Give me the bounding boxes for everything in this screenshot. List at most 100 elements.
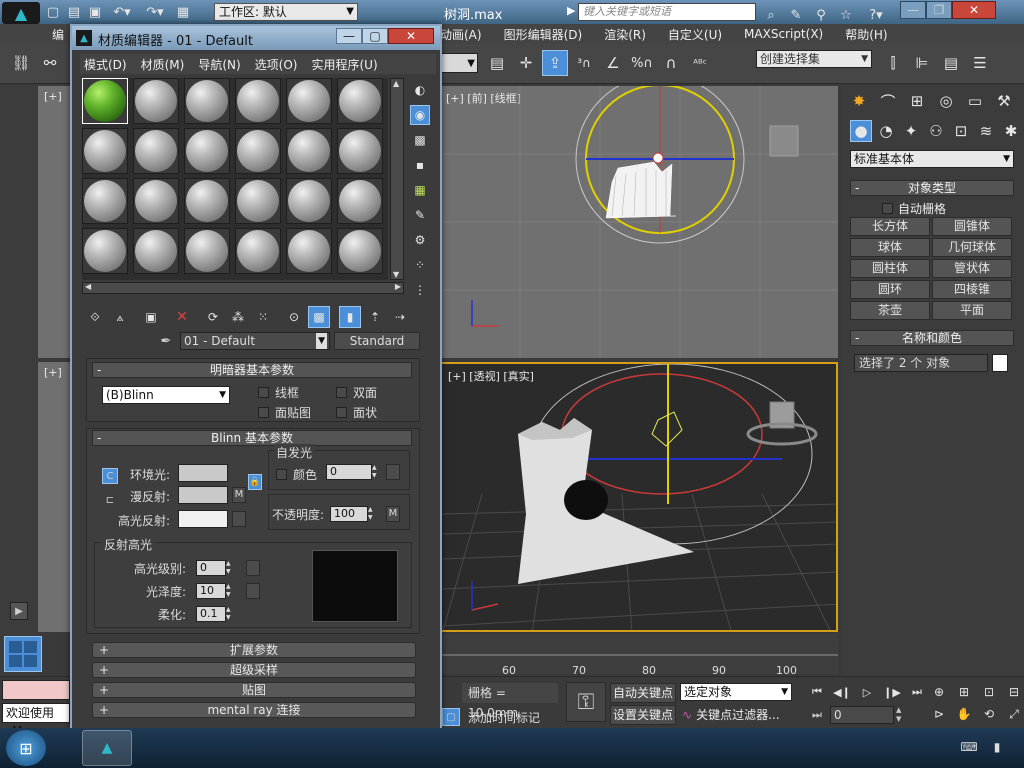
sample-slot[interactable] bbox=[286, 78, 332, 124]
open-file-icon[interactable]: ▤ bbox=[65, 0, 83, 25]
orbit-icon[interactable]: ⟲ bbox=[978, 704, 1000, 724]
key-mode-dropdown[interactable]: 选定对象 ▼ bbox=[680, 683, 792, 701]
timeline-ruler[interactable]: 60 70 80 90 100 bbox=[440, 634, 838, 677]
welcome-field[interactable]: 欢迎使用 M bbox=[2, 703, 70, 738]
material-editor-title-bar[interactable]: ▲ 材质编辑器 - 01 - Default — ▢ ✕ bbox=[72, 26, 440, 50]
sample-slot[interactable] bbox=[184, 178, 230, 224]
diffuse-swatch[interactable] bbox=[178, 486, 228, 504]
link-icon[interactable]: ⛓ bbox=[8, 50, 34, 76]
eyedropper-icon[interactable]: ✒ bbox=[156, 332, 176, 350]
sample-slot[interactable] bbox=[286, 228, 332, 274]
geosphere-button[interactable]: 几何球体 bbox=[932, 238, 1012, 257]
faceted-checkbox[interactable] bbox=[336, 407, 347, 418]
box-button[interactable]: 长方体 bbox=[850, 217, 930, 236]
object-name-field[interactable]: 选择了 2 个 对象 bbox=[854, 354, 988, 372]
sample-slot[interactable] bbox=[82, 178, 128, 224]
teapot-button[interactable]: 茶壶 bbox=[850, 301, 930, 320]
select-move-icon[interactable]: ✛ bbox=[513, 50, 539, 76]
viewport-top-label[interactable]: [+] bbox=[44, 90, 62, 103]
name-color-rollout[interactable]: - 名称和颜色 bbox=[850, 330, 1014, 346]
project-folder-icon[interactable]: ▦ bbox=[173, 0, 193, 25]
me-menu-navigation[interactable]: 导航(N) bbox=[198, 56, 240, 73]
viewport-perspective[interactable]: [+] [透视] [真实] bbox=[440, 362, 838, 632]
object-type-rollout[interactable]: - 对象类型 bbox=[850, 180, 1014, 196]
face-map-checkbox[interactable] bbox=[258, 407, 269, 418]
pyramid-button[interactable]: 四棱锥 bbox=[932, 280, 1012, 299]
save-file-icon[interactable]: ▣ bbox=[86, 0, 104, 25]
sample-slot[interactable] bbox=[235, 128, 281, 174]
menu-edit-cut[interactable]: 编 bbox=[52, 26, 64, 43]
shapes-icon[interactable]: ◔ bbox=[875, 120, 897, 142]
spinner-arrows-icon[interactable]: ▲ ▼ bbox=[372, 464, 382, 480]
sample-slot[interactable] bbox=[337, 78, 383, 124]
opacity-input[interactable]: 100 bbox=[330, 506, 368, 522]
soften-input[interactable]: 0.1 bbox=[196, 606, 226, 622]
close-window-icon[interactable]: ✕ bbox=[952, 1, 996, 19]
sample-slot[interactable] bbox=[184, 128, 230, 174]
network-tray-icon[interactable]: ▮ bbox=[988, 740, 1006, 754]
menu-maxscript[interactable]: MAXScript(X) bbox=[744, 27, 823, 41]
key-filters-icon[interactable]: ∿ bbox=[682, 708, 692, 722]
supersampling-rollout[interactable]: + 超级采样 bbox=[92, 662, 416, 678]
lock-map-icon[interactable]: 🔒 bbox=[248, 474, 262, 490]
put-to-scene-icon[interactable]: ⟑ bbox=[109, 306, 131, 328]
sample-slot[interactable] bbox=[133, 178, 179, 224]
maps-rollout[interactable]: + 贴图 bbox=[92, 682, 416, 698]
material-navigator-icon[interactable]: ⋮ bbox=[410, 280, 430, 300]
start-button-icon[interactable]: ⊞ bbox=[6, 730, 46, 766]
viewport-left-label[interactable]: [+] bbox=[44, 366, 62, 379]
scroll-down-icon[interactable]: ▼ bbox=[393, 270, 399, 279]
geometry-icon[interactable]: ● bbox=[850, 120, 872, 142]
maximize-viewport-icon[interactable]: ⤢ bbox=[1003, 704, 1024, 724]
specular-map-button[interactable] bbox=[232, 511, 246, 527]
layer-manager-icon[interactable]: ▤ bbox=[938, 50, 964, 76]
get-material-icon[interactable]: ⟐ bbox=[84, 306, 106, 328]
keyboard-tray-icon[interactable]: ⌨ bbox=[960, 740, 978, 754]
reference-coord-icon[interactable]: ⇪ bbox=[542, 50, 568, 76]
sample-slot[interactable] bbox=[184, 78, 230, 124]
edit-named-sets-icon[interactable]: ᴬᴮᶜ bbox=[687, 50, 713, 76]
show-end-result-icon[interactable]: ▮ bbox=[339, 306, 361, 328]
sample-slot[interactable] bbox=[337, 228, 383, 274]
self-illum-input[interactable]: 0 bbox=[326, 464, 372, 480]
diffuse-map-button[interactable]: M bbox=[232, 487, 246, 503]
expand-panel-icon[interactable]: ▶ bbox=[10, 602, 28, 620]
search-expand-icon[interactable]: ▶ bbox=[567, 4, 575, 17]
zoom-all-icon[interactable]: ⊞ bbox=[953, 682, 975, 702]
shader-type-dropdown[interactable]: (B)Blinn ▼ bbox=[102, 386, 230, 404]
plane-button[interactable]: 平面 bbox=[932, 301, 1012, 320]
extended-params-rollout[interactable]: + 扩展参数 bbox=[92, 642, 416, 658]
frame-spinner-icon[interactable]: ▲ ▼ bbox=[896, 706, 906, 724]
backlight-icon[interactable]: ◉ bbox=[410, 105, 430, 125]
auto-key-button[interactable]: 自动关键点 bbox=[610, 683, 676, 703]
glossiness-map-button[interactable] bbox=[246, 583, 260, 599]
zoom-extents-all-icon[interactable]: ⊟ bbox=[1003, 682, 1024, 702]
graphite-ribbon-icon[interactable]: ☰ bbox=[967, 50, 993, 76]
current-frame-input[interactable]: 0 bbox=[830, 706, 894, 724]
motion-tab-icon[interactable]: ◎ bbox=[933, 88, 959, 114]
unlink-icon[interactable]: ⚯ bbox=[37, 50, 63, 76]
minimize-window-icon[interactable]: — bbox=[900, 1, 926, 19]
make-preview-icon[interactable]: ✎ bbox=[410, 205, 430, 225]
sample-slot[interactable] bbox=[235, 228, 281, 274]
me-minimize-icon[interactable]: — bbox=[336, 28, 362, 44]
sample-slot[interactable] bbox=[133, 128, 179, 174]
sample-slot[interactable] bbox=[82, 128, 128, 174]
slot-h-scrollbar[interactable]: ◀ ▶ bbox=[82, 282, 404, 294]
spinner-snap-icon[interactable]: ∩ bbox=[658, 50, 684, 76]
snap-3d-icon[interactable]: ³∩ bbox=[571, 50, 597, 76]
me-menu-options[interactable]: 选项(O) bbox=[255, 56, 298, 73]
self-illum-map-button[interactable] bbox=[386, 464, 400, 480]
make-unique-icon[interactable]: ⁂ bbox=[227, 306, 249, 328]
sample-slot[interactable] bbox=[286, 128, 332, 174]
cameras-icon[interactable]: ⚇ bbox=[925, 120, 947, 142]
blinn-params-rollout[interactable]: - Blinn 基本参数 bbox=[92, 430, 412, 446]
spacewarps-icon[interactable]: ≋ bbox=[975, 120, 997, 142]
me-close-icon[interactable]: ✕ bbox=[388, 28, 434, 44]
spinner-arrows-icon[interactable]: ▲ ▼ bbox=[226, 560, 236, 576]
me-menu-utilities[interactable]: 实用程序(U) bbox=[311, 56, 377, 73]
put-to-library-icon[interactable]: ⁙ bbox=[252, 306, 274, 328]
new-file-icon[interactable]: ▢ bbox=[44, 0, 62, 25]
make-copy-icon[interactable]: ⟳ bbox=[202, 306, 224, 328]
sphere-button[interactable]: 球体 bbox=[850, 238, 930, 257]
